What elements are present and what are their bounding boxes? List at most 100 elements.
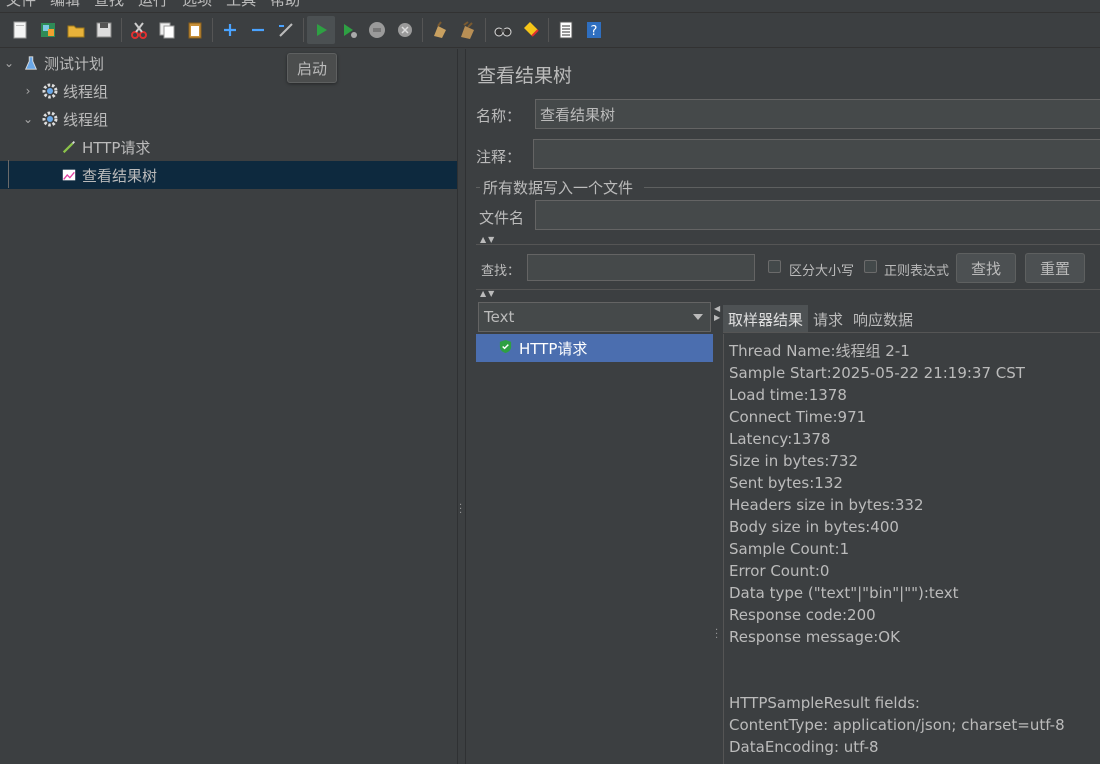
divider (476, 244, 1100, 245)
splitter-arrows[interactable]: ◀ ▶ (714, 304, 720, 322)
start-button[interactable] (307, 16, 335, 44)
flask-icon (22, 54, 40, 72)
tab-sampler-result[interactable]: 取样器结果 (723, 305, 809, 333)
search-button[interactable] (489, 16, 517, 44)
tab-response-data[interactable]: 响应数据 (848, 305, 918, 333)
start-tooltip: 启动 (287, 53, 337, 83)
collapse-button[interactable] (244, 16, 272, 44)
results-splitter[interactable]: ◀ ▶ · · · (713, 302, 721, 764)
divider (476, 289, 1100, 290)
splitter-handle[interactable]: · · · (715, 626, 718, 644)
copy-button[interactable] (153, 16, 181, 44)
result-list: HTTP请求 (476, 334, 713, 764)
filename-label: 文件名 (479, 209, 525, 227)
panel-title: 查看结果树 (477, 65, 573, 87)
copy-icon (159, 22, 175, 39)
tree-node-thread-group-2[interactable]: ⌄ 线程组 (0, 105, 457, 133)
collapse-arrows[interactable]: ▲▼ (480, 235, 496, 244)
broom-icon (524, 22, 539, 37)
result-line (729, 670, 1100, 692)
menu-options[interactable]: 选项 (176, 0, 220, 8)
start-no-pause-button[interactable] (335, 16, 363, 44)
pipette-icon (60, 138, 78, 156)
clear-icon (434, 21, 446, 38)
function-helper-button[interactable] (552, 16, 580, 44)
result-line: Headers size in bytes:332 (729, 496, 924, 514)
list-icon (559, 21, 573, 39)
list-item[interactable]: HTTP请求 (476, 334, 713, 362)
menu-edit[interactable]: 编辑 (44, 0, 88, 8)
open-icon (67, 25, 85, 38)
reset-search-button[interactable] (517, 16, 545, 44)
renderer-value: Text (484, 308, 515, 326)
result-line: Size in bytes:732 (729, 452, 859, 470)
tree-label: HTTP请求 (82, 138, 151, 157)
clear-all-icon (461, 21, 474, 39)
chevron-down-icon[interactable]: ⌄ (21, 112, 35, 126)
result-line: Response code:200 (729, 606, 876, 624)
templates-button[interactable] (34, 16, 62, 44)
save-icon (96, 22, 112, 38)
stop-icon (369, 22, 385, 38)
expand-button[interactable] (216, 16, 244, 44)
find-button[interactable]: 查找 (956, 253, 1016, 283)
toolbar-separator (212, 18, 213, 42)
menu-run[interactable]: 运行 (132, 0, 176, 8)
case-sensitive-checkbox[interactable] (768, 260, 781, 273)
regex-checkbox[interactable] (864, 260, 877, 273)
search-input[interactable] (527, 254, 755, 281)
name-field[interactable]: 查看结果树 (535, 99, 1100, 129)
tree-node-thread-group-1[interactable]: › 线程组 (0, 77, 457, 105)
paste-button[interactable] (181, 16, 209, 44)
result-line: Thread Name:线程组 2-1 (729, 342, 910, 360)
tree-label: 查看结果树 (82, 166, 158, 185)
tree-guide-line (8, 160, 9, 188)
menu-tools[interactable]: 工具 (220, 0, 264, 8)
toggle-button[interactable] (272, 16, 300, 44)
comment-field[interactable] (533, 139, 1100, 169)
chevron-down-icon[interactable]: ⌄ (2, 56, 16, 70)
result-line: Load time:1378 (729, 386, 847, 404)
toolbar: ? (0, 12, 1100, 48)
renderer-select[interactable]: Text (478, 302, 711, 332)
clear-all-button[interactable] (454, 16, 482, 44)
paste-icon (188, 22, 202, 39)
start-no-pause-icon (344, 24, 357, 38)
result-line: ContentType: application/json; charset=u… (729, 716, 1065, 734)
list-item-label: HTTP请求 (519, 339, 588, 358)
stop-button[interactable] (363, 16, 391, 44)
tree-label: 测试计划 (44, 54, 105, 73)
chevron-right-icon[interactable]: › (21, 84, 35, 98)
result-line: Sample Count:1 (729, 540, 850, 558)
file-group-title: 所有数据写入一个文件 (483, 179, 634, 197)
result-line: Connect Time:971 (729, 408, 867, 426)
start-icon (317, 24, 327, 36)
main-splitter[interactable] (457, 49, 466, 764)
menu-search[interactable]: 查找 (88, 0, 132, 8)
shutdown-button[interactable] (391, 16, 419, 44)
filename-field[interactable] (535, 200, 1100, 230)
tree-node-http-request[interactable]: HTTP请求 (0, 133, 457, 161)
search-label: 查找： (481, 264, 521, 279)
tree-node-view-results-tree[interactable]: 查看结果树 (0, 161, 457, 189)
gear-icon (41, 110, 59, 128)
reset-button[interactable]: 重置 (1025, 253, 1085, 283)
clear-button[interactable] (426, 16, 454, 44)
save-button[interactable] (90, 16, 118, 44)
group-border (476, 187, 480, 188)
splitter-handle[interactable]: · · · (459, 501, 463, 519)
menu-help[interactable]: 帮助 (264, 0, 308, 8)
collapse-arrows[interactable]: ▲▼ (480, 289, 496, 298)
tree-node-test-plan[interactable]: ⌄ 测试计划 (0, 49, 457, 77)
cut-button[interactable] (125, 16, 153, 44)
case-sensitive-label: 区分大小写 (789, 264, 855, 279)
comment-label: 注释： (476, 148, 522, 166)
binoculars-icon (494, 27, 512, 37)
result-line: Error Count:0 (729, 562, 830, 580)
tab-request[interactable]: 请求 (808, 305, 848, 333)
help-button[interactable]: ? (580, 16, 608, 44)
cut-icon (131, 22, 147, 39)
new-button[interactable] (6, 16, 34, 44)
menu-file[interactable]: 文件 (0, 0, 44, 8)
open-button[interactable] (62, 16, 90, 44)
